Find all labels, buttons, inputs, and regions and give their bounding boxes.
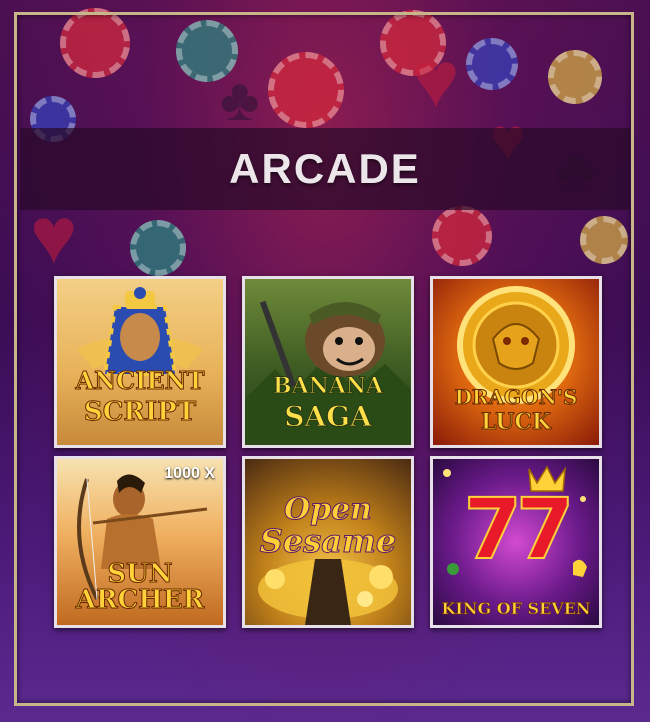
game-tile-sun-archer[interactable]: 1000 X SUN ARCHER (54, 456, 226, 628)
game-tile-king-of-seven[interactable]: 77 KING OF SEVEN (430, 456, 602, 628)
game-title-line2: LUCK (480, 409, 552, 435)
game-grid: ANCIENT SCRIPT BANANA SAGA DRAGON'S LUCK… (54, 276, 606, 628)
game-title-line2: SAGA (284, 400, 373, 433)
game-title-line1: Open (283, 492, 372, 527)
section-header: ARCADE (20, 128, 630, 210)
game-title-line1: ANCIENT (75, 366, 205, 395)
game-title-line1: SUN (107, 559, 173, 589)
game-title-line1: DRAGON'S (454, 385, 578, 409)
game-tile-open-sesame[interactable]: Open Sesame (242, 456, 414, 628)
game-title-line2: ARCHER (75, 585, 205, 615)
game-title-line1: BANANA (272, 373, 384, 399)
game-tile-banana-saga[interactable]: BANANA SAGA (242, 276, 414, 448)
section-title: ARCADE (229, 145, 421, 192)
game-title-line2: SCRIPT (83, 397, 197, 427)
arcade-panel: ♥ ♥ ♥ ♣ ♣ ARCADE ANCIENT SCRIPT (0, 0, 650, 722)
game-title-sevens: 77 (463, 480, 576, 578)
game-tile-ancient-script[interactable]: ANCIENT SCRIPT (54, 276, 226, 448)
game-title-line2: Sesame (259, 522, 397, 560)
game-title-line2: KING OF SEVEN (441, 599, 591, 618)
game-tile-dragons-luck[interactable]: DRAGON'S LUCK (430, 276, 602, 448)
